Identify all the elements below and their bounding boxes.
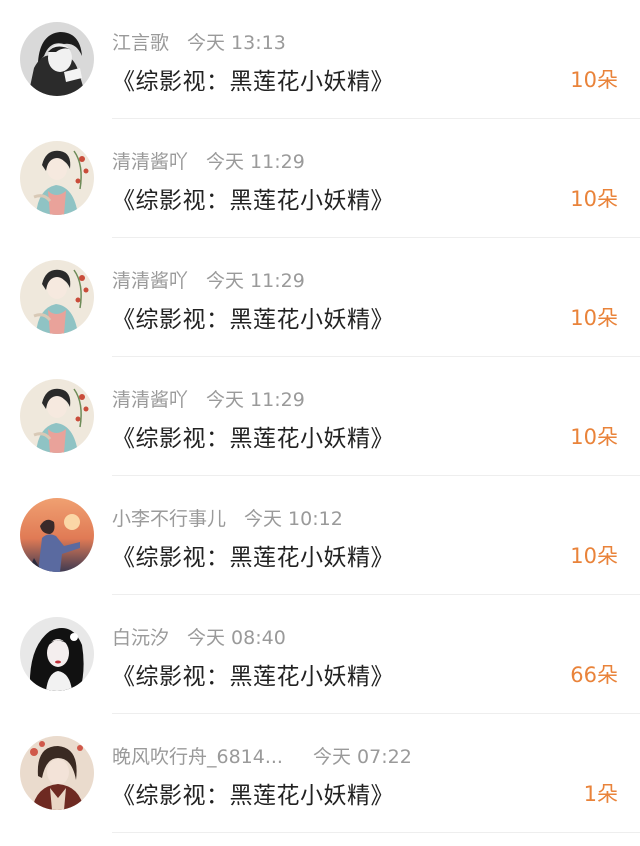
timestamp: 今天 07:22 bbox=[312, 745, 412, 768]
list-item[interactable]: 清清酱吖 今天 11:29 《综影视：黑莲花小妖精》 10朵 bbox=[0, 357, 640, 476]
item-meta: 清清酱吖 今天 11:29 bbox=[112, 147, 305, 173]
list-item[interactable]: 江言歌 今天 13:13 《综影视：黑莲花小妖精》 10朵 bbox=[0, 0, 640, 119]
book-title[interactable]: 《综影视：黑莲花小妖精》 bbox=[112, 181, 394, 215]
item-meta: 晚风吹行舟_6814... 今天 07:22 bbox=[112, 742, 412, 768]
username[interactable]: 晚风吹行舟_6814... bbox=[112, 742, 283, 769]
flower-count: 10朵 bbox=[570, 187, 618, 211]
ancient-lady-avatar-icon[interactable] bbox=[20, 141, 94, 215]
sunset-figure-avatar-icon[interactable] bbox=[20, 498, 94, 572]
timestamp: 今天 08:40 bbox=[187, 626, 286, 649]
book-title[interactable]: 《综影视：黑莲花小妖精》 bbox=[112, 776, 394, 810]
timestamp: 今天 11:29 bbox=[206, 269, 305, 292]
timestamp: 今天 13:13 bbox=[187, 31, 286, 54]
divider bbox=[112, 832, 640, 833]
item-meta: 清清酱吖 今天 11:29 bbox=[112, 266, 305, 292]
item-meta: 白沅汐 今天 08:40 bbox=[112, 623, 286, 649]
book-title[interactable]: 《综影视：黑莲花小妖精》 bbox=[112, 62, 394, 96]
flower-count: 66朵 bbox=[570, 663, 618, 687]
book-title[interactable]: 《综影视：黑莲花小妖精》 bbox=[112, 538, 394, 572]
ancient-lady-avatar-icon[interactable] bbox=[20, 260, 94, 334]
flower-count: 10朵 bbox=[570, 68, 618, 92]
timestamp: 今天 11:29 bbox=[206, 150, 305, 173]
list-item[interactable]: 清清酱吖 今天 11:29 《综影视：黑莲花小妖精》 10朵 bbox=[0, 238, 640, 357]
book-title[interactable]: 《综影视：黑莲花小妖精》 bbox=[112, 657, 394, 691]
dark-hair-girl-avatar-icon[interactable] bbox=[20, 617, 94, 691]
username[interactable]: 白沅汐 bbox=[112, 623, 169, 650]
book-title[interactable]: 《综影视：黑莲花小妖精》 bbox=[112, 419, 394, 453]
username[interactable]: 小李不行事儿 bbox=[112, 504, 226, 531]
item-meta: 江言歌 今天 13:13 bbox=[112, 28, 286, 54]
flower-count: 1朵 bbox=[583, 782, 618, 806]
gift-record-list: 江言歌 今天 13:13 《综影视：黑莲花小妖精》 10朵 清清酱吖 今天 11… bbox=[0, 0, 640, 846]
flower-count: 10朵 bbox=[570, 544, 618, 568]
list-item[interactable]: 小李不行事儿 今天 10:12 《综影视：黑莲花小妖精》 10朵 bbox=[0, 476, 640, 595]
book-title[interactable]: 《综影视：黑莲花小妖精》 bbox=[112, 300, 394, 334]
list-item[interactable]: 白沅汐 今天 08:40 《综影视：黑莲花小妖精》 66朵 bbox=[0, 595, 640, 714]
timestamp: 今天 10:12 bbox=[244, 507, 343, 530]
username[interactable]: 江言歌 bbox=[112, 28, 169, 55]
anime-boy-avatar-icon[interactable] bbox=[20, 22, 94, 96]
item-meta: 小李不行事儿 今天 10:12 bbox=[112, 504, 343, 530]
ancient-lady-avatar-icon[interactable] bbox=[20, 379, 94, 453]
list-item[interactable]: 晚风吹行舟_6814... 今天 07:22 《综影视：黑莲花小妖精》 1朵 bbox=[0, 714, 640, 833]
flower-count: 10朵 bbox=[570, 425, 618, 449]
username[interactable]: 清清酱吖 bbox=[112, 266, 188, 293]
username[interactable]: 清清酱吖 bbox=[112, 147, 188, 174]
username[interactable]: 清清酱吖 bbox=[112, 385, 188, 412]
item-meta: 清清酱吖 今天 11:29 bbox=[112, 385, 305, 411]
list-item[interactable]: 清清酱吖 今天 11:29 《综影视：黑莲花小妖精》 10朵 bbox=[0, 119, 640, 238]
timestamp: 今天 11:29 bbox=[206, 388, 305, 411]
flower-count: 10朵 bbox=[570, 306, 618, 330]
ancient-man-avatar-icon[interactable] bbox=[20, 736, 94, 810]
